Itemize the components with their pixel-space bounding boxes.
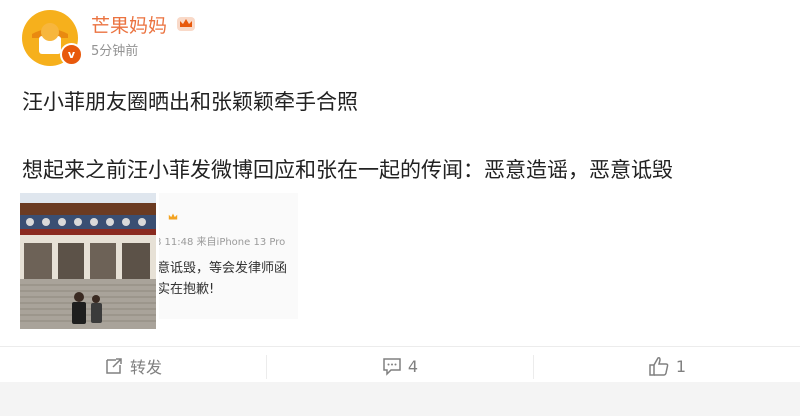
username[interactable]: 芒果妈妈: [91, 11, 167, 38]
like-count: 1: [675, 356, 687, 376]
comment-icon: [383, 358, 401, 376]
screenshot-text-2: 实在抱歉!: [159, 282, 215, 297]
verified-badge-icon: v: [60, 43, 83, 66]
comment-button[interactable]: 4: [267, 347, 533, 385]
post-image-photo[interactable]: [20, 193, 156, 329]
repost-button[interactable]: 转发: [0, 347, 266, 385]
action-bar: 转发 4 1: [0, 346, 800, 385]
post-image-screenshot[interactable]: 8 11:48 来自iPhone 13 Pro 意诋毁，等会发律师函 实在抱歉!: [159, 193, 298, 319]
repost-icon: [106, 358, 122, 374]
post-text-line-2: 想起来之前汪小菲发微博回应和张在一起的传闻：恶意造谣，恶意诋毁: [22, 158, 673, 182]
screenshot-meta: 8 11:48 来自iPhone 13 Pro: [159, 237, 286, 248]
weibo-post-card: v 芒果妈妈 5分钟前 汪小菲朋友圈晒出和张颖颖牵手合照 想起来之前汪小菲发微博…: [0, 0, 800, 382]
like-icon: [649, 357, 669, 376]
post-text-line-1: 汪小菲朋友圈晒出和张颖颖牵手合照: [22, 90, 358, 114]
comment-count: 4: [407, 356, 419, 376]
crown-icon: [168, 213, 178, 220]
post-time[interactable]: 5分钟前: [91, 40, 138, 59]
repost-label: 转发: [129, 358, 162, 377]
screenshot-text-1: 意诋毁，等会发律师函: [159, 261, 288, 276]
crown-icon[interactable]: [176, 14, 196, 32]
like-button[interactable]: 1: [534, 347, 800, 385]
